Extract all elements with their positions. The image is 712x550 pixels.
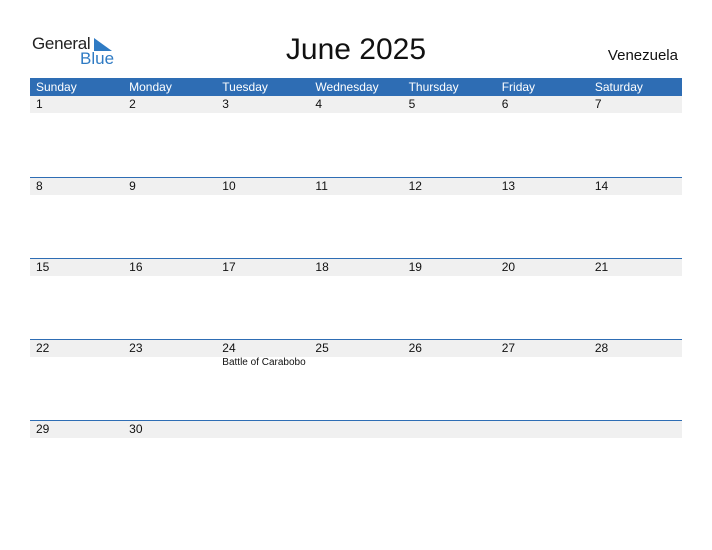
date-strip: 29 30	[30, 421, 682, 438]
weekday-sunday: Sunday	[36, 80, 77, 94]
weekday-monday: Monday	[129, 80, 172, 94]
day-cell: 1	[36, 97, 43, 111]
day-cell	[403, 421, 496, 438]
day-cell	[589, 421, 682, 438]
event-cell	[589, 357, 682, 369]
day-cell: 23	[129, 341, 143, 355]
day-cell: 12	[408, 179, 422, 193]
holiday-label: Battle of Carabobo	[222, 357, 306, 368]
day-cell: 8	[36, 179, 43, 193]
day-cell: 19	[408, 260, 422, 274]
day-cell: 7	[594, 97, 602, 111]
day-cell: 10	[222, 179, 236, 193]
calendar-grid: Sunday Monday Tuesday Wednesday Thursday…	[30, 78, 682, 501]
date-strip: 15 16 17 18 19 20 21	[30, 259, 682, 276]
day-cell: 5	[408, 97, 416, 111]
country-label: Venezuela	[607, 47, 678, 64]
event-cell	[30, 357, 123, 369]
day-cell: 22	[36, 341, 50, 355]
day-cell: 30	[129, 422, 143, 436]
day-cell: 24	[222, 341, 236, 355]
day-cell: 2	[129, 97, 136, 111]
day-cell	[496, 421, 589, 438]
week-row-4: 22 23 24 25 26 27 28 Battle of Carabobo	[30, 339, 682, 420]
date-strip: 8 9 10 11 12 13 14	[30, 178, 682, 195]
day-cell: 17	[222, 260, 236, 274]
day-cell: 9	[129, 179, 136, 193]
day-cell: 29	[36, 422, 50, 436]
day-cell: 15	[36, 260, 50, 274]
week-row-5: 29 30	[30, 420, 682, 501]
day-cell: 3	[222, 97, 229, 111]
date-strip: 1 2 3 4 5 6 7	[30, 96, 682, 113]
week-row-3: 15 16 17 18 19 20 21	[30, 258, 682, 339]
day-cell: 16	[129, 260, 143, 274]
week-row-2: 8 9 10 11 12 13 14	[30, 177, 682, 258]
weekday-header: Sunday Monday Tuesday Wednesday Thursday…	[30, 78, 682, 96]
day-cell: 20	[501, 260, 516, 274]
events-row: Battle of Carabobo	[30, 357, 682, 369]
day-cell: 21	[594, 260, 609, 274]
weekday-friday: Friday	[501, 80, 536, 94]
event-cell	[403, 357, 496, 369]
day-cell: 14	[594, 179, 609, 193]
day-cell: 6	[501, 97, 509, 111]
day-cell: 18	[315, 260, 329, 274]
weekday-tuesday: Tuesday	[222, 80, 268, 94]
day-cell	[216, 421, 309, 438]
day-cell	[309, 421, 402, 438]
day-cell: 4	[315, 97, 323, 111]
event-cell	[123, 357, 216, 369]
day-cell: 27	[501, 341, 516, 355]
day-cell: 11	[315, 179, 328, 193]
date-strip: 22 23 24 25 26 27 28	[30, 340, 682, 357]
calendar-title: June 2025	[285, 33, 427, 66]
event-cell	[496, 357, 589, 369]
day-cell: 28	[594, 341, 609, 355]
day-cell: 25	[315, 341, 329, 355]
weekday-wednesday: Wednesday	[315, 80, 379, 94]
weekday-saturday: Saturday	[594, 80, 643, 94]
day-cell: 26	[408, 341, 422, 355]
week-row-1: 1 2 3 4 5 6 7	[30, 96, 682, 177]
day-cell: 13	[501, 179, 516, 193]
event-cell	[309, 357, 402, 369]
weekday-thursday: Thursday	[408, 80, 459, 94]
